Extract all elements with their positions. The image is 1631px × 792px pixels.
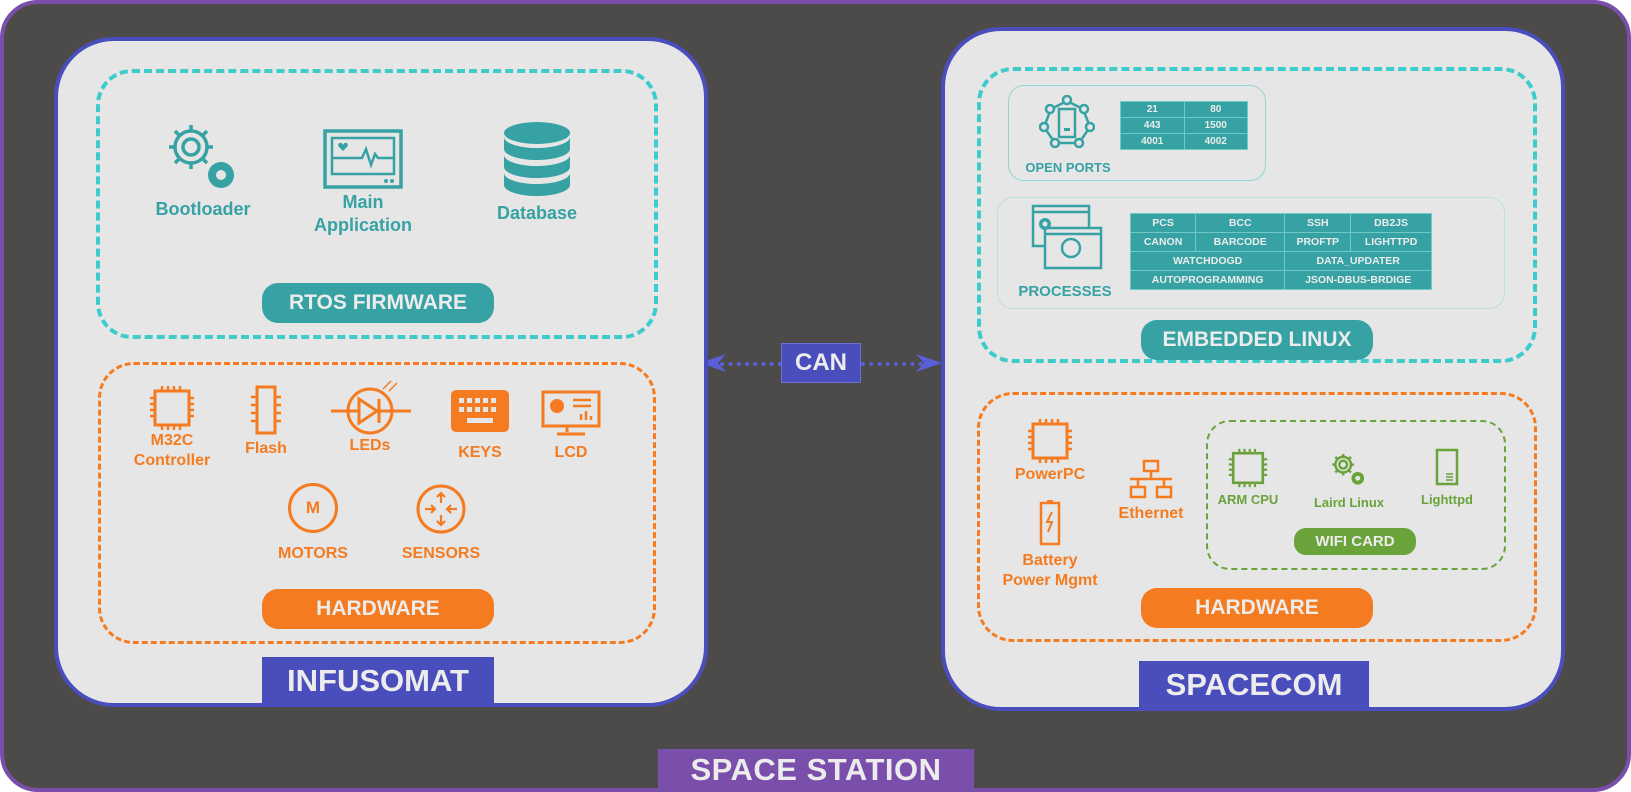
infusomat-hardware-label: HARDWARE — [262, 589, 494, 629]
open-ports-label: OPEN PORTS — [1025, 160, 1111, 175]
chip-icon — [150, 386, 194, 430]
keyboard-icon — [451, 390, 509, 432]
arm-cpu-label: ARM CPU — [1217, 492, 1279, 507]
process-cell: CANON — [1129, 232, 1197, 252]
table-row: CANON BARCODE PROFTP LIGHTTPD — [1129, 232, 1432, 252]
infusomat-device: Bootloader Main Application Database RTO… — [54, 37, 708, 707]
lighttpd-label: Lighttpd — [1421, 492, 1473, 507]
keys-item: KEYS — [448, 390, 512, 462]
spacecom-hardware-label: HARDWARE — [1141, 588, 1373, 628]
rtos-firmware-label: RTOS FIRMWARE — [262, 283, 494, 323]
lighttpd-item: Lighttpd — [1409, 448, 1485, 507]
main-application-label-line2: Application — [314, 215, 412, 235]
embedded-linux-label: EMBEDDED LINUX — [1141, 320, 1373, 360]
chip-icon — [1228, 448, 1268, 488]
port-cell: 4002 — [1183, 133, 1248, 150]
process-cell: BCC — [1195, 213, 1286, 233]
powerpc-label: PowerPC — [1014, 466, 1086, 483]
database-label: Database — [496, 203, 578, 223]
process-cell: BARCODE — [1195, 232, 1286, 252]
table-row: 443 1500 — [1120, 117, 1248, 134]
process-cell: PROFTP — [1284, 232, 1352, 252]
table-row: AUTOPROGRAMMING JSON-DBUS-BRDIGE — [1129, 270, 1432, 290]
process-cell: LIGHTTPD — [1350, 232, 1432, 252]
lcd-item: LCD — [538, 390, 604, 462]
flash-chip-icon — [251, 385, 281, 435]
gears-icon — [1332, 453, 1365, 485]
sensor-arrows-icon — [416, 484, 466, 534]
battery-label-line2: Power Mgmt — [1002, 572, 1098, 589]
server-icon — [1435, 448, 1459, 486]
port-cell: 4001 — [1120, 133, 1185, 150]
table-row: WATCHDOGD DATA_UPDATER — [1129, 251, 1432, 271]
table-row: 4001 4002 — [1120, 133, 1248, 150]
can-link-label: CAN — [781, 343, 861, 383]
process-cell: SSH — [1284, 213, 1352, 233]
spacecom-label: SPACECOM — [1139, 661, 1369, 711]
m32c-label-line2: Controller — [133, 452, 211, 469]
monitor-heartbeat-icon — [323, 129, 403, 189]
process-cell: DATA_UPDATER — [1284, 251, 1432, 271]
motors-label: MOTORS — [278, 545, 348, 562]
sensors-label: SENSORS — [401, 545, 481, 562]
ethernet-item: Ethernet — [1111, 459, 1191, 523]
bootloader-item: Bootloader — [148, 119, 258, 220]
table-row: PCS BCC SSH DB2JS — [1129, 213, 1432, 233]
main-application-label-line1: Main — [342, 192, 384, 212]
flash-item: Flash — [236, 385, 296, 458]
main-application-item: Main Application — [293, 129, 433, 237]
port-cell: 21 — [1120, 101, 1185, 118]
table-row: 21 80 — [1120, 101, 1248, 118]
gears-icon — [169, 125, 234, 188]
flash-label: Flash — [245, 440, 287, 457]
bootloader-label: Bootloader — [155, 199, 251, 219]
arm-cpu-item: ARM CPU — [1213, 448, 1283, 507]
windows-gears-icon — [1031, 204, 1103, 270]
chip-icon — [1028, 419, 1072, 463]
lcd-label: LCD — [554, 444, 588, 461]
battery-label-line1: Battery — [1022, 552, 1078, 569]
network-device-icon — [1039, 95, 1095, 149]
laird-linux-item: Laird Linux — [1307, 451, 1391, 510]
process-cell: PCS — [1129, 213, 1197, 233]
m32c-controller-item: M32C Controller — [122, 385, 222, 471]
powerpc-item: PowerPC — [1005, 418, 1095, 484]
led-diode-icon — [331, 380, 411, 435]
port-cell: 80 — [1183, 101, 1248, 118]
port-cell: 443 — [1120, 117, 1185, 134]
processes-table: PCS BCC SSH DB2JS CANON BARCODE PROFTP L… — [1129, 213, 1432, 290]
space-station-label: SPACE STATION — [658, 749, 974, 792]
motors-item: M MOTORS — [268, 483, 358, 563]
sensors-item: SENSORS — [392, 483, 490, 563]
process-cell: WATCHDOGD — [1129, 251, 1286, 271]
leds-item: LEDs — [328, 379, 412, 455]
database-item: Database — [482, 121, 592, 224]
keys-label: KEYS — [458, 444, 502, 461]
laird-linux-label: Laird Linux — [1313, 495, 1385, 510]
infusomat-label: INFUSOMAT — [262, 657, 494, 707]
lcd-monitor-icon — [541, 390, 601, 436]
ethernet-icon — [1129, 459, 1173, 499]
wifi-card-label: WIFI CARD — [1294, 528, 1416, 555]
leds-label: LEDs — [349, 437, 391, 454]
m32c-label-line1: M32C — [150, 432, 194, 449]
port-cell: 1500 — [1183, 117, 1248, 134]
spacecom-device: OPEN PORTS 21 80 443 1500 4001 4002 PROCESS… — [941, 27, 1565, 711]
battery-icon — [1039, 500, 1061, 546]
database-icon — [504, 122, 570, 196]
motor-icon: M — [288, 483, 338, 533]
process-cell: DB2JS — [1350, 213, 1432, 233]
process-cell: AUTOPROGRAMMING — [1129, 270, 1286, 290]
processes-label: PROCESSES — [1018, 283, 1112, 300]
open-ports-table: 21 80 443 1500 4001 4002 — [1120, 101, 1248, 150]
process-cell: JSON-DBUS-BRDIGE — [1284, 270, 1432, 290]
ethernet-label: Ethernet — [1118, 505, 1184, 522]
battery-item: Battery Power Mgmt — [993, 500, 1107, 591]
arrow-right-icon — [916, 354, 942, 372]
